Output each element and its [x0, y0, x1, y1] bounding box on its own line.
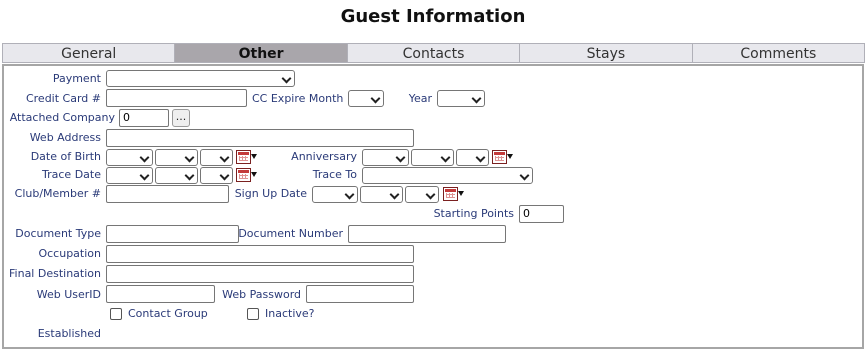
payment-label: Payment	[52, 72, 101, 85]
page-title: Guest Information	[340, 6, 526, 27]
web-userid-input[interactable]	[106, 285, 215, 303]
trace-calendar-icon[interactable]	[236, 168, 257, 183]
anniversary-calendar-icon[interactable]	[492, 150, 513, 165]
trace-year-select[interactable]	[200, 167, 233, 184]
dob-calendar-icon[interactable]	[236, 150, 257, 165]
inactive-checkbox[interactable]	[247, 308, 259, 320]
web-address-label: Web Address	[29, 131, 101, 144]
established-label: Established	[37, 327, 101, 340]
attached-company-input[interactable]: 0	[119, 109, 169, 127]
tab-bar: General Other Contacts Stays Comments	[2, 43, 866, 64]
tab-comments[interactable]: Comments	[692, 43, 866, 63]
anniversary-label: Anniversary	[291, 150, 357, 163]
final-destination-input[interactable]	[106, 265, 414, 283]
year-label: Year	[408, 92, 432, 105]
trace-date-label: Trace Date	[42, 168, 101, 181]
contact-group-checkbox[interactable]	[110, 308, 122, 320]
date-of-birth-label: Date of Birth	[30, 150, 101, 163]
signup-calendar-icon[interactable]	[443, 187, 464, 202]
browse-company-button[interactable]: ...	[172, 109, 190, 127]
web-password-label: Web Password	[222, 288, 301, 301]
tab-stays[interactable]: Stays	[520, 43, 693, 63]
credit-card-label: Credit Card #	[25, 92, 101, 105]
cc-expire-month-select[interactable]	[348, 90, 384, 107]
anniversary-month-select[interactable]	[362, 149, 409, 166]
tab-general[interactable]: General	[2, 43, 176, 63]
web-userid-label: Web UserID	[36, 288, 101, 301]
payment-select[interactable]	[106, 70, 295, 87]
document-number-label: Document Number	[238, 227, 343, 240]
tab-other[interactable]: Other	[175, 43, 348, 63]
credit-card-input[interactable]	[106, 89, 247, 107]
occupation-label: Occupation	[38, 247, 101, 260]
occupation-input[interactable]	[106, 245, 414, 263]
dob-year-select[interactable]	[200, 149, 233, 166]
inactive-label: Inactive?	[265, 307, 315, 320]
signup-month-select[interactable]	[312, 186, 358, 203]
cc-expire-year-select[interactable]	[437, 90, 485, 107]
final-destination-label: Final Destination	[9, 267, 101, 280]
dob-day-select[interactable]	[155, 149, 198, 166]
trace-to-label: Trace To	[312, 168, 357, 181]
contact-group-label: Contact Group	[128, 307, 208, 320]
trace-to-select[interactable]	[362, 167, 533, 184]
trace-month-select[interactable]	[106, 167, 153, 184]
dob-month-select[interactable]	[106, 149, 153, 166]
document-type-input[interactable]	[106, 225, 239, 243]
attached-company-label: Attached Company	[9, 111, 115, 124]
anniversary-year-select[interactable]	[456, 149, 489, 166]
web-password-input[interactable]	[306, 285, 414, 303]
club-member-input[interactable]	[106, 185, 229, 203]
club-member-label: Club/Member #	[14, 187, 101, 200]
anniversary-day-select[interactable]	[411, 149, 454, 166]
cc-expire-month-label: CC Expire Month	[252, 92, 344, 105]
starting-points-label: Starting Points	[433, 207, 514, 220]
starting-points-input[interactable]: 0	[519, 205, 564, 223]
web-address-input[interactable]	[106, 129, 414, 147]
document-type-label: Document Type	[15, 227, 101, 240]
trace-day-select[interactable]	[155, 167, 198, 184]
tab-contacts[interactable]: Contacts	[347, 43, 521, 63]
document-number-input[interactable]	[348, 225, 506, 243]
signup-year-select[interactable]	[405, 186, 439, 203]
signup-day-select[interactable]	[360, 186, 403, 203]
sign-up-date-label: Sign Up Date	[234, 187, 307, 200]
